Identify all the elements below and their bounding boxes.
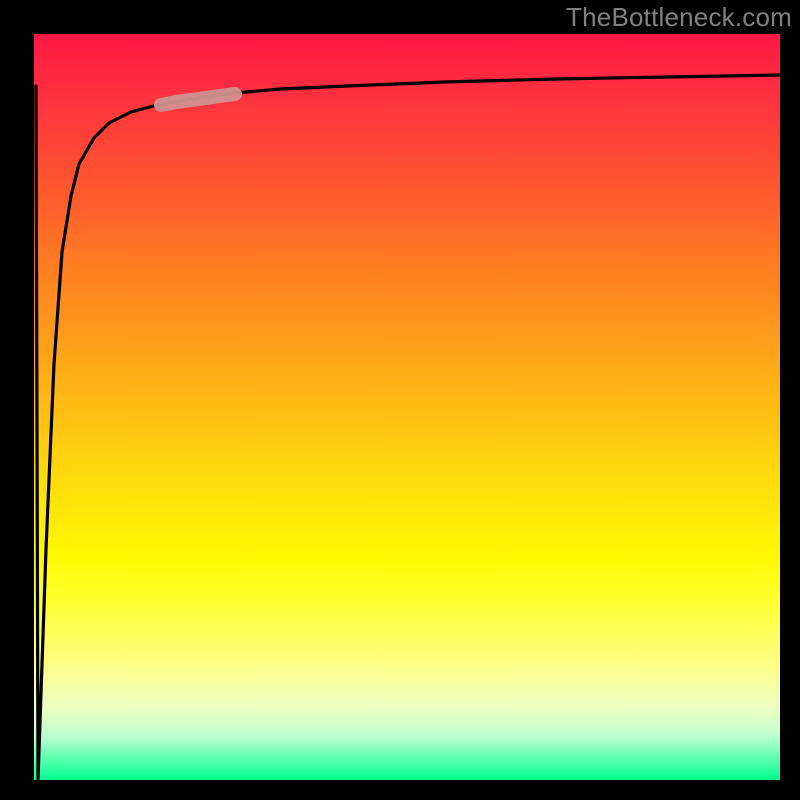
chart-frame: TheBottleneck.com <box>0 0 800 800</box>
plot-area <box>34 34 780 780</box>
watermark-text: TheBottleneck.com <box>566 2 792 33</box>
